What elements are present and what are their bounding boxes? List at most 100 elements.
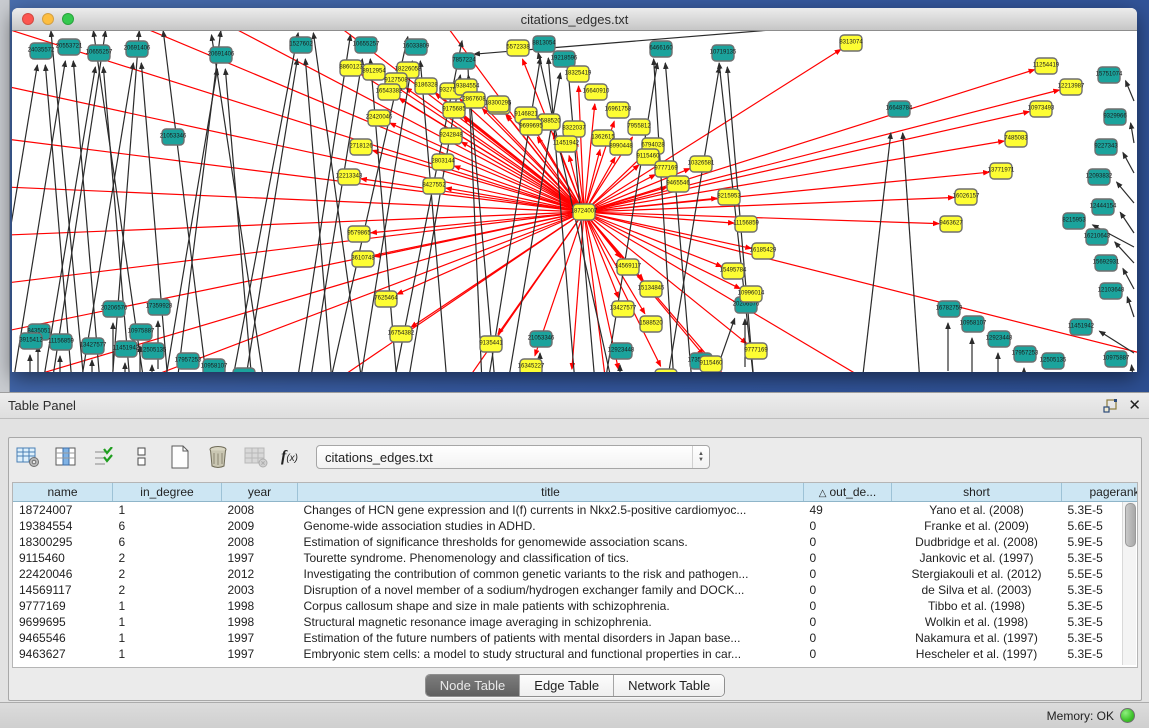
graph-node[interactable]: 1588520 bbox=[639, 316, 663, 332]
cell-out_de[interactable]: 0 bbox=[804, 598, 892, 614]
graph-node[interactable]: 16543382 bbox=[376, 84, 403, 100]
graph-node[interactable]: 9579865 bbox=[347, 226, 371, 242]
graph-node[interactable]: 16345227 bbox=[518, 359, 545, 372]
graph-node[interactable]: 3610748 bbox=[351, 251, 375, 267]
graph-node[interactable]: 11451942 bbox=[113, 341, 140, 357]
graph-node[interactable]: 16026157 bbox=[953, 189, 980, 205]
graph-node[interactable]: 9699695 bbox=[519, 119, 543, 135]
function-builder-icon[interactable]: f(x) bbox=[281, 448, 298, 466]
tab-network-table[interactable]: Network Table bbox=[614, 675, 724, 696]
graph-node[interactable]: 22420046 bbox=[366, 110, 393, 126]
cell-short[interactable]: Stergiakouli et al. (2012) bbox=[892, 566, 1062, 582]
table-row[interactable]: 1456911722003Disruption of a novel membe… bbox=[13, 582, 1138, 598]
cell-name[interactable]: 19384554 bbox=[13, 518, 113, 534]
tab-node-table[interactable]: Node Table bbox=[426, 675, 521, 696]
cell-year[interactable]: 1998 bbox=[222, 598, 298, 614]
select-rows-icon[interactable] bbox=[91, 444, 117, 470]
table-column-icon[interactable] bbox=[53, 444, 79, 470]
cell-in_degree[interactable]: 1 bbox=[113, 614, 222, 630]
graph-node[interactable]: 21053346 bbox=[160, 129, 187, 145]
cell-in_degree[interactable]: 1 bbox=[113, 630, 222, 646]
graph-node[interactable]: 16782759 bbox=[936, 301, 963, 317]
graph-node[interactable]: 17957253 bbox=[1012, 346, 1039, 362]
graph-node[interactable]: 12505135 bbox=[140, 343, 167, 359]
cell-short[interactable]: Tibbo et al. (1998) bbox=[892, 598, 1062, 614]
cell-name[interactable]: 22420046 bbox=[13, 566, 113, 582]
cell-short[interactable]: de Silva et al. (2003) bbox=[892, 582, 1062, 598]
network-canvas[interactable]: 2403557220553721106552572069140620691406… bbox=[12, 31, 1137, 372]
cell-name[interactable]: 9463627 bbox=[13, 646, 113, 662]
graph-node[interactable]: 11451942 bbox=[1068, 319, 1095, 335]
table-row[interactable]: 1872400712008Changes of HCN gene express… bbox=[13, 502, 1138, 519]
graph-node[interactable]: 1527602 bbox=[289, 37, 313, 53]
table-row[interactable]: 946362711997Embryonic stem cells: a mode… bbox=[13, 646, 1138, 662]
cell-short[interactable]: Dudbridge et al. (2008) bbox=[892, 534, 1062, 550]
cell-title[interactable]: Estimation of the future numbers of pati… bbox=[298, 630, 804, 646]
citation-network-graph[interactable]: 2403557220553721106552572069140620691406… bbox=[12, 31, 1137, 372]
graph-node[interactable]: 16648784 bbox=[886, 101, 913, 117]
graph-node[interactable]: 9777169 bbox=[654, 161, 678, 177]
graph-node[interactable]: 9777169 bbox=[744, 343, 768, 359]
graph-node[interactable]: 9463627 bbox=[939, 216, 963, 232]
graph-node[interactable]: 21053346 bbox=[528, 331, 555, 347]
graph-node[interactable]: 14569117 bbox=[615, 259, 642, 275]
graph-node[interactable]: 6466160 bbox=[649, 41, 673, 57]
graph-node[interactable]: 15751074 bbox=[1096, 67, 1123, 83]
cell-out_de[interactable]: 0 bbox=[804, 534, 892, 550]
cell-title[interactable]: Structural magnetic resonance image aver… bbox=[298, 614, 804, 630]
graph-node[interactable]: 8186328 bbox=[414, 78, 438, 94]
cell-short[interactable]: Franke et al. (2009) bbox=[892, 518, 1062, 534]
minimize-window-button[interactable] bbox=[42, 13, 54, 25]
graph-node[interactable]: 9329966 bbox=[1103, 109, 1127, 125]
cell-year[interactable]: 2008 bbox=[222, 534, 298, 550]
column-header-pagerank[interactable]: pagerank bbox=[1062, 483, 1139, 502]
network-window-titlebar[interactable]: citations_edges.txt bbox=[12, 8, 1137, 31]
graph-node[interactable]: 10474083 bbox=[653, 369, 680, 372]
left-panel-gutter[interactable] bbox=[0, 0, 10, 392]
close-window-button[interactable] bbox=[22, 13, 34, 25]
graph-node[interactable]: 9465546 bbox=[666, 176, 690, 192]
graph-node[interactable]: 16961758 bbox=[605, 102, 632, 118]
graph-node[interactable]: 3915412 bbox=[19, 333, 43, 349]
graph-node[interactable]: 8313074 bbox=[839, 35, 863, 51]
table-row[interactable]: 946554611997Estimation of the future num… bbox=[13, 630, 1138, 646]
graph-node[interactable]: 10719135 bbox=[710, 45, 737, 61]
graph-node[interactable]: 8860123 bbox=[339, 60, 363, 76]
graph-node[interactable]: 15134845 bbox=[638, 281, 665, 297]
cell-in_degree[interactable]: 1 bbox=[113, 502, 222, 519]
row-height-icon[interactable] bbox=[129, 444, 155, 470]
cell-title[interactable]: Tourette syndrome. Phenomenology and cla… bbox=[298, 550, 804, 566]
tab-edge-table[interactable]: Edge Table bbox=[520, 675, 614, 696]
column-header-out_de[interactable]: △out_de... bbox=[804, 483, 892, 502]
graph-node[interactable]: 10958107 bbox=[960, 316, 987, 332]
cell-year[interactable]: 2009 bbox=[222, 518, 298, 534]
column-header-year[interactable]: year bbox=[222, 483, 298, 502]
graph-node[interactable]: 19218596 bbox=[551, 51, 578, 67]
column-header-in_degree[interactable]: in_degree bbox=[113, 483, 222, 502]
graph-node[interactable]: 2718126 bbox=[349, 139, 373, 155]
cell-title[interactable]: Changes of HCN gene expression and I(f) … bbox=[298, 502, 804, 519]
graph-node[interactable]: 10655257 bbox=[86, 45, 113, 61]
graph-node[interactable]: 10655257 bbox=[353, 37, 380, 53]
graph-node[interactable]: 10996014 bbox=[738, 286, 765, 302]
cell-name[interactable]: 9777169 bbox=[13, 598, 113, 614]
graph-node[interactable]: 12213987 bbox=[1058, 79, 1085, 95]
graph-node[interactable]: 18724007 bbox=[571, 204, 598, 220]
cell-year[interactable]: 2012 bbox=[222, 566, 298, 582]
cell-in_degree[interactable]: 1 bbox=[113, 646, 222, 662]
graph-node[interactable]: 12103648 bbox=[1098, 283, 1125, 299]
graph-node[interactable]: 9242848 bbox=[439, 128, 463, 144]
graph-node[interactable]: 12923448 bbox=[986, 331, 1013, 347]
table-selector-dropdown[interactable]: citations_edges.txt ▲▼ bbox=[316, 445, 710, 469]
graph-node[interactable]: 16782759 bbox=[231, 368, 258, 372]
cell-name[interactable]: 14569117 bbox=[13, 582, 113, 598]
cell-in_degree[interactable]: 2 bbox=[113, 566, 222, 582]
cell-short[interactable]: Jankovic et al. (1997) bbox=[892, 550, 1062, 566]
close-panel-icon[interactable]: ✕ bbox=[1128, 398, 1141, 413]
graph-node[interactable]: 15495784 bbox=[720, 263, 747, 279]
graph-node[interactable]: 13771971 bbox=[988, 163, 1015, 179]
cell-in_degree[interactable]: 6 bbox=[113, 534, 222, 550]
cell-title[interactable]: Estimation of significance thresholds fo… bbox=[298, 534, 804, 550]
cell-year[interactable]: 2008 bbox=[222, 502, 298, 519]
graph-node[interactable]: 13427577 bbox=[610, 301, 637, 317]
